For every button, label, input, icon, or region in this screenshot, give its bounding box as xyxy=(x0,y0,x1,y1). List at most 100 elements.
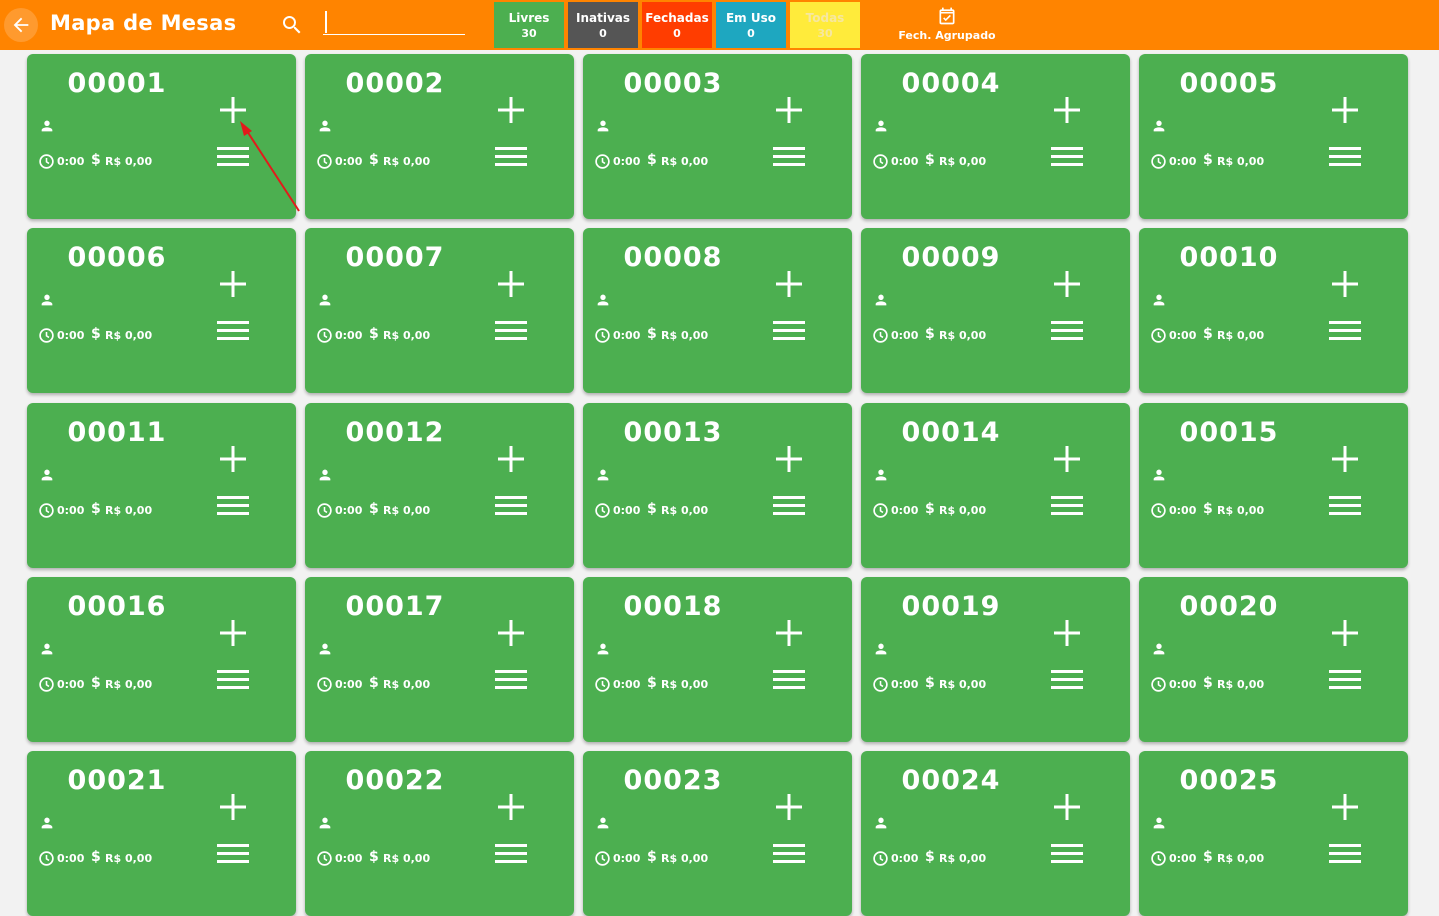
table-time: 0:00 xyxy=(1169,504,1197,517)
menu-icon[interactable] xyxy=(494,494,528,520)
add-order-icon[interactable] xyxy=(1329,268,1361,300)
add-order-icon[interactable] xyxy=(1051,443,1083,475)
table-number: 00001 xyxy=(67,68,167,99)
table-price: R$ 0,00 xyxy=(1217,504,1265,517)
person-icon xyxy=(875,643,887,655)
add-order-icon[interactable] xyxy=(773,94,805,126)
add-order-icon[interactable] xyxy=(495,94,527,126)
add-order-icon[interactable] xyxy=(1051,791,1083,823)
menu-icon[interactable] xyxy=(494,842,528,868)
table-number: 00017 xyxy=(345,591,445,622)
table-card[interactable]: 00012 0:00 $ R$ 0,00 xyxy=(305,403,574,568)
table-price: R$ 0,00 xyxy=(661,504,709,517)
menu-icon[interactable] xyxy=(216,319,250,345)
table-card[interactable]: 00001 0:00 $ R$ 0,00 xyxy=(27,54,296,219)
add-order-icon[interactable] xyxy=(1051,617,1083,649)
menu-icon[interactable] xyxy=(1328,842,1362,868)
table-card[interactable]: 00020 0:00 $ R$ 0,00 xyxy=(1139,577,1408,742)
add-order-icon[interactable] xyxy=(1329,791,1361,823)
table-card[interactable]: 00017 0:00 $ R$ 0,00 xyxy=(305,577,574,742)
table-card[interactable]: 00013 0:00 $ R$ 0,00 xyxy=(583,403,852,568)
menu-icon[interactable] xyxy=(216,145,250,171)
table-card[interactable]: 00009 0:00 $ R$ 0,00 xyxy=(861,228,1130,393)
filter-em-uso[interactable]: Em Uso 0 xyxy=(716,2,786,48)
menu-icon[interactable] xyxy=(1328,145,1362,171)
menu-icon[interactable] xyxy=(216,842,250,868)
add-order-icon[interactable] xyxy=(1329,94,1361,126)
table-card[interactable]: 00023 0:00 $ R$ 0,00 xyxy=(583,751,852,916)
clock-icon xyxy=(39,677,54,692)
table-card[interactable]: 00004 0:00 $ R$ 0,00 xyxy=(861,54,1130,219)
menu-icon[interactable] xyxy=(494,668,528,694)
table-time: 0:00 xyxy=(613,678,641,691)
menu-icon[interactable] xyxy=(216,668,250,694)
add-order-icon[interactable] xyxy=(1051,268,1083,300)
person-icon xyxy=(875,469,887,481)
menu-icon[interactable] xyxy=(494,145,528,171)
add-order-icon[interactable] xyxy=(495,268,527,300)
menu-icon[interactable] xyxy=(1328,668,1362,694)
table-card[interactable]: 00016 0:00 $ R$ 0,00 xyxy=(27,577,296,742)
menu-icon[interactable] xyxy=(1328,494,1362,520)
back-button[interactable] xyxy=(4,8,38,42)
table-card[interactable]: 00021 0:00 $ R$ 0,00 xyxy=(27,751,296,916)
table-card[interactable]: 00008 0:00 $ R$ 0,00 xyxy=(583,228,852,393)
menu-icon[interactable] xyxy=(1050,494,1084,520)
menu-icon[interactable] xyxy=(1050,319,1084,345)
menu-icon[interactable] xyxy=(1328,319,1362,345)
add-order-icon[interactable] xyxy=(773,617,805,649)
table-card[interactable]: 00003 0:00 $ R$ 0,00 xyxy=(583,54,852,219)
filter-label: Todas xyxy=(805,10,845,25)
menu-icon[interactable] xyxy=(1050,145,1084,171)
menu-icon[interactable] xyxy=(772,145,806,171)
filter-count: 0 xyxy=(747,26,755,40)
search-input[interactable] xyxy=(323,10,465,35)
add-order-icon[interactable] xyxy=(217,617,249,649)
add-order-icon[interactable] xyxy=(773,791,805,823)
add-order-icon[interactable] xyxy=(217,94,249,126)
filter-todas[interactable]: Todas 30 xyxy=(790,2,860,48)
add-order-icon[interactable] xyxy=(217,268,249,300)
table-price: R$ 0,00 xyxy=(105,155,153,168)
filter-fechadas[interactable]: Fechadas 0 xyxy=(642,2,712,48)
add-order-icon[interactable] xyxy=(495,617,527,649)
add-order-icon[interactable] xyxy=(773,443,805,475)
table-card[interactable]: 00005 0:00 $ R$ 0,00 xyxy=(1139,54,1408,219)
menu-icon[interactable] xyxy=(1050,668,1084,694)
table-card[interactable]: 00019 0:00 $ R$ 0,00 xyxy=(861,577,1130,742)
table-card[interactable]: 00022 0:00 $ R$ 0,00 xyxy=(305,751,574,916)
table-card[interactable]: 00002 0:00 $ R$ 0,00 xyxy=(305,54,574,219)
table-card[interactable]: 00006 0:00 $ R$ 0,00 xyxy=(27,228,296,393)
fech-agrupado-button[interactable]: Fech. Agrupado xyxy=(898,4,996,46)
menu-icon[interactable] xyxy=(494,319,528,345)
add-order-icon[interactable] xyxy=(217,443,249,475)
table-card[interactable]: 00007 0:00 $ R$ 0,00 xyxy=(305,228,574,393)
person-icon xyxy=(597,120,609,132)
filter-inativas[interactable]: Inativas 0 xyxy=(568,2,638,48)
menu-icon[interactable] xyxy=(772,842,806,868)
add-order-icon[interactable] xyxy=(1051,94,1083,126)
dollar-icon: $ xyxy=(369,675,379,691)
menu-icon[interactable] xyxy=(772,494,806,520)
add-order-icon[interactable] xyxy=(1329,617,1361,649)
add-order-icon[interactable] xyxy=(773,268,805,300)
menu-icon[interactable] xyxy=(772,668,806,694)
table-card[interactable]: 00018 0:00 $ R$ 0,00 xyxy=(583,577,852,742)
table-card[interactable]: 00014 0:00 $ R$ 0,00 xyxy=(861,403,1130,568)
add-order-icon[interactable] xyxy=(217,791,249,823)
table-time: 0:00 xyxy=(57,852,85,865)
filter-livres[interactable]: Livres 30 xyxy=(494,2,564,48)
table-price: R$ 0,00 xyxy=(383,329,431,342)
menu-icon[interactable] xyxy=(772,319,806,345)
add-order-icon[interactable] xyxy=(495,443,527,475)
add-order-icon[interactable] xyxy=(495,791,527,823)
table-card[interactable]: 00011 0:00 $ R$ 0,00 xyxy=(27,403,296,568)
table-card[interactable]: 00010 0:00 $ R$ 0,00 xyxy=(1139,228,1408,393)
menu-icon[interactable] xyxy=(1050,842,1084,868)
menu-icon[interactable] xyxy=(216,494,250,520)
table-card[interactable]: 00024 0:00 $ R$ 0,00 xyxy=(861,751,1130,916)
add-order-icon[interactable] xyxy=(1329,443,1361,475)
table-card[interactable]: 00025 0:00 $ R$ 0,00 xyxy=(1139,751,1408,916)
table-card[interactable]: 00015 0:00 $ R$ 0,00 xyxy=(1139,403,1408,568)
search-icon[interactable] xyxy=(280,13,304,37)
